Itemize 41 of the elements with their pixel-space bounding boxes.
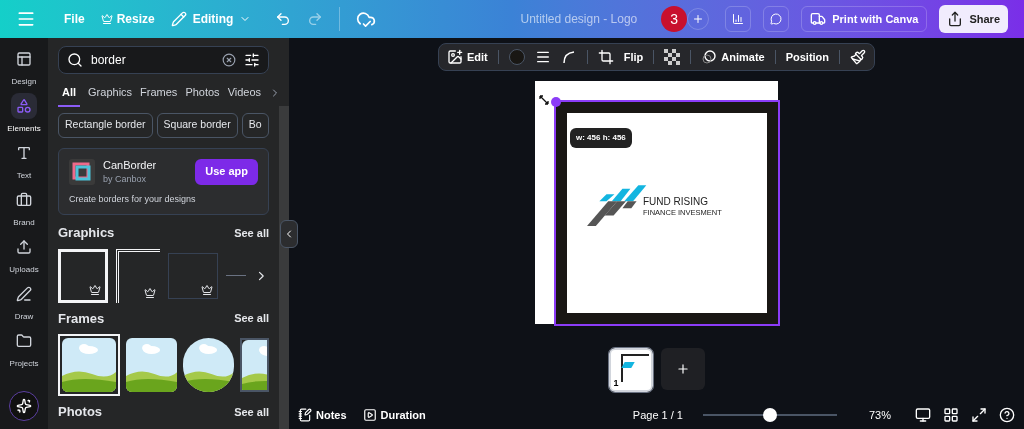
- rail-item[interactable]: Projects: [9, 328, 39, 370]
- rail-item[interactable]: Text: [11, 140, 37, 182]
- edit-button[interactable]: Edit: [446, 48, 488, 66]
- filter-tab[interactable]: All: [58, 80, 81, 107]
- position-button[interactable]: Position: [785, 48, 830, 66]
- zoom-percent: 73%: [868, 407, 891, 423]
- print-button[interactable]: Print with Canva: [801, 6, 928, 32]
- filter-tab[interactable]: Photos: [185, 80, 220, 107]
- flip-button[interactable]: Flip: [623, 48, 644, 66]
- rail-item[interactable]: Design: [11, 46, 37, 88]
- filter-tab[interactable]: Videos: [227, 80, 262, 107]
- page-thumbnail[interactable]: 1: [608, 348, 653, 392]
- animate-button[interactable]: Animate: [701, 48, 765, 66]
- see-all-link[interactable]: See all: [234, 224, 269, 241]
- use-app-button[interactable]: Use app: [195, 158, 258, 185]
- filter-tab[interactable]: Frames: [140, 80, 178, 107]
- app-description: Create borders for your designs: [69, 192, 197, 206]
- rail-item[interactable]: Brand: [11, 187, 37, 229]
- app-name: CanBorder: [103, 157, 157, 173]
- suggestion-chip[interactable]: Rectangle border: [58, 112, 153, 138]
- size-tooltip: w: 456 h: 456: [570, 128, 632, 148]
- suggestion-chip[interactable]: Bo: [241, 112, 269, 138]
- rail-item[interactable]: Elements: [7, 93, 41, 135]
- search-input[interactable]: border: [91, 51, 214, 69]
- section-title: Graphics: [58, 224, 115, 242]
- page-indicator: Page 1 / 1: [632, 407, 683, 423]
- app-publisher: by Canbox: [103, 173, 148, 186]
- rail-item[interactable]: Draw: [11, 281, 37, 323]
- notes-button[interactable]: Notes: [298, 406, 347, 424]
- share-button[interactable]: Share: [939, 5, 1008, 33]
- section-title: Photos: [58, 403, 103, 421]
- rail-item[interactable]: Uploads: [9, 234, 39, 276]
- logo-title: FUND RISING: [643, 196, 709, 207]
- section-title: Frames: [58, 309, 105, 328]
- see-all-link[interactable]: See all: [234, 310, 269, 327]
- filter-tab[interactable]: Graphics: [88, 80, 133, 107]
- search-field[interactable]: border: [58, 46, 269, 74]
- collaborator-avatar[interactable]: 3: [661, 6, 688, 32]
- suggestion-chip[interactable]: Square border: [156, 112, 238, 138]
- see-all-link[interactable]: See all: [234, 403, 269, 420]
- duration-button[interactable]: Duration: [362, 406, 426, 424]
